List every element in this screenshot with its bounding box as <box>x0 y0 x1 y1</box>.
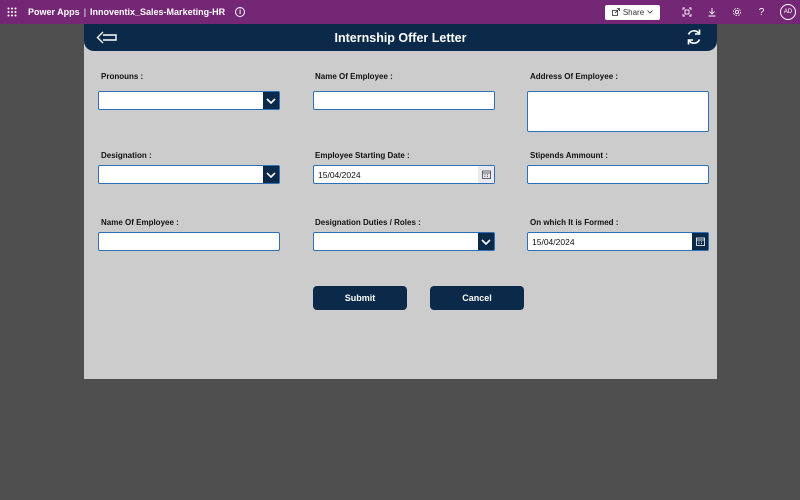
chevron-down-icon <box>647 10 653 14</box>
page-title: Internship Offer Letter <box>334 31 467 45</box>
chevron-down-icon <box>266 97 276 104</box>
share-label: Share <box>622 7 645 17</box>
environment-name: Innoventix_Sales-Marketing-HR <box>90 7 226 17</box>
calendar-icon <box>481 170 491 179</box>
formed-date-calendar-button[interactable] <box>692 233 708 250</box>
employee-name-2-label: Name Of Employee : <box>101 218 179 227</box>
app-title: Power Apps | Innoventix_Sales-Marketing-HR <box>28 7 225 17</box>
designation-dropdown[interactable] <box>98 165 280 184</box>
title-separator: | <box>83 7 87 17</box>
formed-date-label: On which It is Formed : <box>530 218 619 227</box>
app-launcher-icon[interactable] <box>0 0 24 24</box>
starting-date-picker[interactable]: 15/04/2024 <box>313 165 495 184</box>
submit-button[interactable]: Submit <box>313 286 407 310</box>
refresh-icon[interactable] <box>685 28 703 46</box>
employee-name-label: Name Of Employee : <box>315 72 393 81</box>
designation-label: Designation : <box>101 151 152 160</box>
designation-duties-label: Designation Duties / Roles : <box>315 218 421 227</box>
header-bar: Internship Offer Letter <box>84 24 717 51</box>
employee-address-label: Address Of Employee : <box>530 72 619 81</box>
starting-date-label: Employee Starting Date : <box>315 151 410 160</box>
topbar-actions: Share ? AD <box>605 0 796 24</box>
avatar[interactable]: AD <box>780 4 796 20</box>
employee-name-input[interactable] <box>313 91 495 110</box>
formed-date-picker[interactable]: 15/04/2024 <box>527 232 709 251</box>
cancel-button[interactable]: Cancel <box>430 286 524 310</box>
designation-duties-dropdown-button[interactable] <box>478 233 494 250</box>
share-button[interactable]: Share <box>605 4 660 20</box>
employee-name-2-input[interactable] <box>98 232 280 251</box>
stipend-amount-label: Stipends Ammount : <box>530 151 608 160</box>
product-name: Power Apps <box>28 7 80 17</box>
app-canvas: Internship Offer Letter Pronouns : Name … <box>84 24 717 379</box>
employee-address-textarea[interactable] <box>527 91 709 132</box>
power-apps-topbar: Power Apps | Innoventix_Sales-Marketing-HR… <box>0 0 800 24</box>
chevron-down-icon <box>481 238 491 245</box>
calendar-icon <box>695 237 705 246</box>
fit-screen-icon[interactable] <box>674 0 699 24</box>
formed-date-value: 15/04/2024 <box>532 236 575 247</box>
stipend-amount-input[interactable] <box>527 165 709 184</box>
download-icon[interactable] <box>699 0 724 24</box>
settings-icon[interactable] <box>724 0 749 24</box>
pronouns-dropdown-button[interactable] <box>263 92 279 109</box>
designation-duties-dropdown[interactable] <box>313 232 495 251</box>
pronouns-label: Pronouns : <box>101 72 144 81</box>
designation-dropdown-button[interactable] <box>263 166 279 183</box>
info-icon[interactable]: i <box>235 7 246 17</box>
help-icon[interactable]: ? <box>749 0 774 24</box>
pronouns-dropdown[interactable] <box>98 91 280 110</box>
share-icon <box>611 8 620 16</box>
starting-date-value: 15/04/2024 <box>318 169 361 180</box>
starting-date-calendar-button[interactable] <box>478 166 494 183</box>
chevron-down-icon <box>266 171 276 178</box>
